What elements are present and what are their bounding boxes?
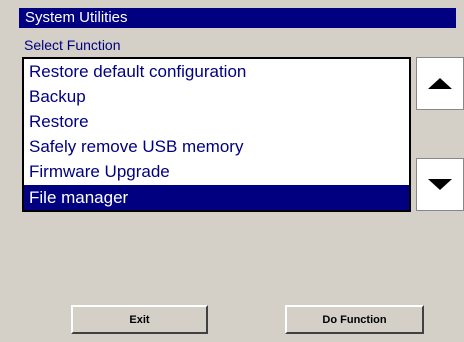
- list-item-backup[interactable]: Backup: [24, 84, 409, 109]
- list-item-restore[interactable]: Restore: [24, 109, 409, 134]
- do-function-button[interactable]: Do Function: [285, 305, 424, 334]
- scroll-down-button[interactable]: [416, 158, 464, 211]
- triangle-down-icon: [428, 179, 452, 190]
- section-label: Select Function: [24, 37, 121, 53]
- function-list[interactable]: Restore default configuration Backup Res…: [22, 57, 411, 212]
- scroll-up-button[interactable]: [416, 57, 464, 110]
- list-item-firmware-upgrade[interactable]: Firmware Upgrade: [24, 159, 409, 184]
- list-item-restore-default-configuration[interactable]: Restore default configuration: [24, 59, 409, 84]
- list-item-file-manager[interactable]: File manager: [24, 185, 409, 210]
- window-title: System Utilities: [19, 8, 456, 28]
- list-item-safely-remove-usb-memory[interactable]: Safely remove USB memory: [24, 134, 409, 159]
- exit-button[interactable]: Exit: [71, 305, 208, 334]
- system-utilities-screen: System Utilities Select Function Restore…: [0, 0, 464, 342]
- triangle-up-icon: [428, 78, 452, 89]
